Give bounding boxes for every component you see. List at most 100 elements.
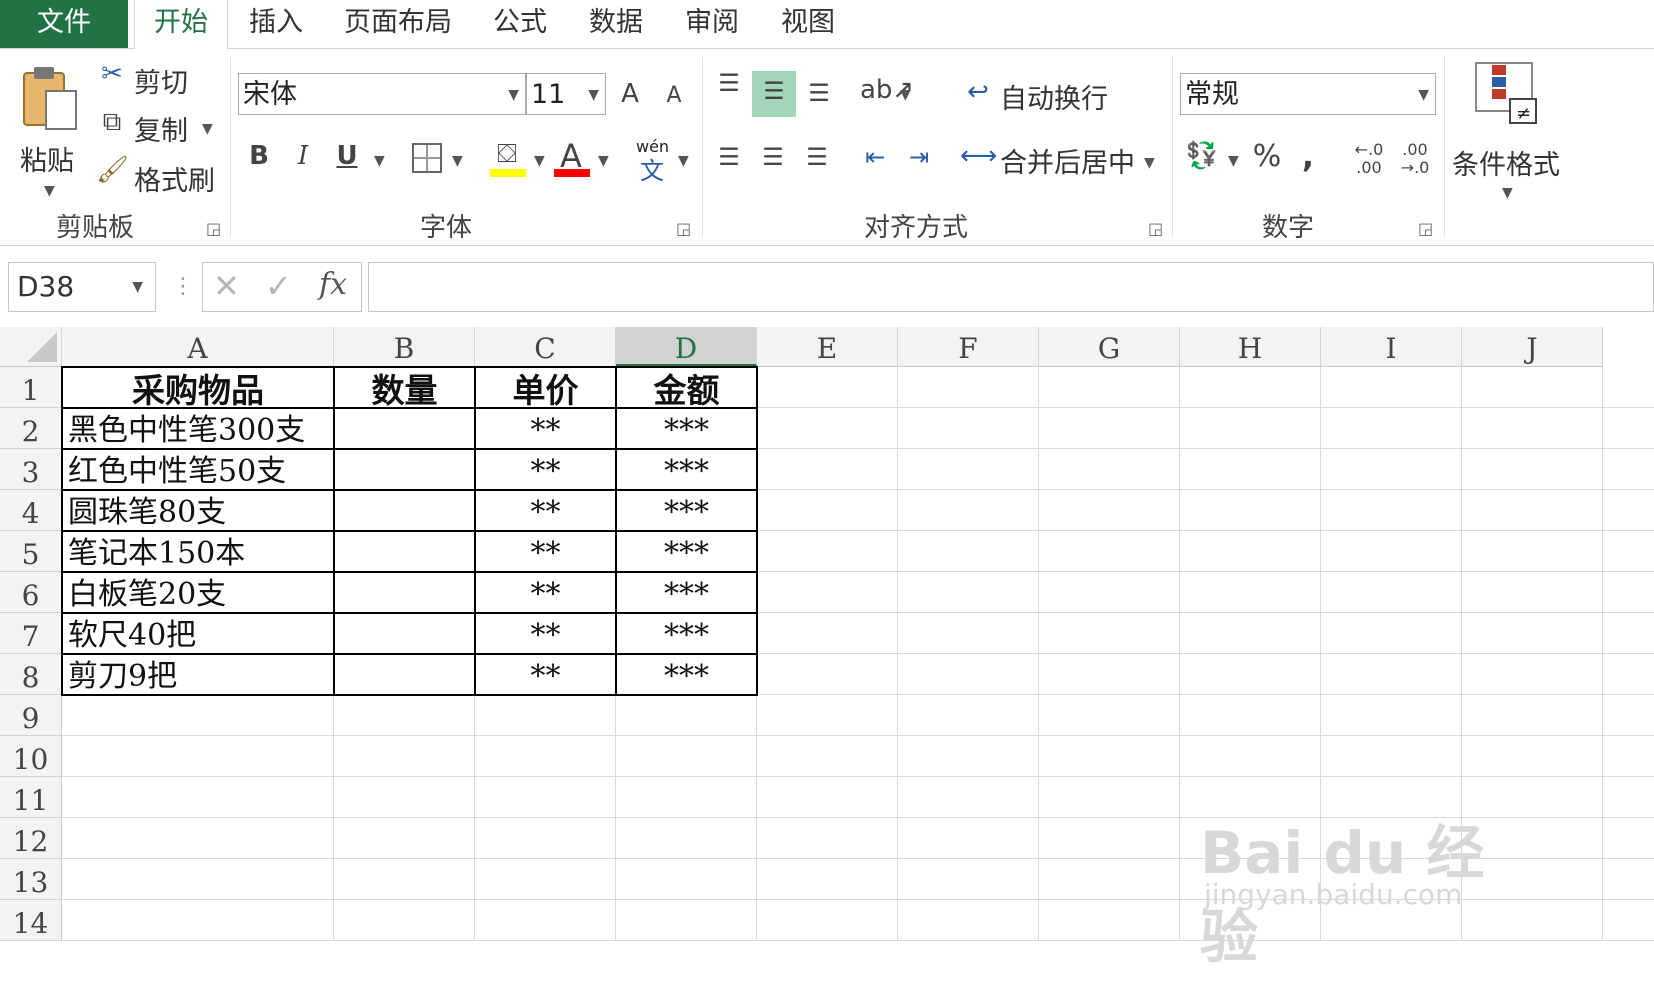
underline-dropdown-icon[interactable]: ▼ bbox=[374, 153, 385, 169]
row-header-10[interactable]: 10 bbox=[0, 736, 62, 777]
table-cell[interactable]: *** bbox=[616, 572, 757, 613]
row-header-6[interactable]: 6 bbox=[0, 572, 62, 613]
table-cell[interactable]: 笔记本150本 bbox=[62, 531, 334, 572]
cancel-icon[interactable]: ✕ bbox=[213, 267, 240, 305]
tab-formulas[interactable]: 公式 bbox=[480, 0, 560, 48]
tab-insert[interactable]: 插入 bbox=[236, 0, 316, 48]
format-painter-button[interactable]: 🖌 格式刷 bbox=[96, 155, 226, 197]
table-cell[interactable]: ** bbox=[475, 408, 616, 449]
table-cell[interactable]: 白板笔20支 bbox=[62, 572, 334, 613]
font-color-button[interactable]: A bbox=[552, 137, 592, 179]
column-header-g[interactable]: G bbox=[1039, 327, 1180, 367]
table-cell[interactable]: ** bbox=[475, 654, 616, 695]
shrink-font-button[interactable]: A bbox=[660, 83, 688, 108]
borders-dropdown-icon[interactable]: ▼ bbox=[452, 153, 463, 169]
tab-page-layout[interactable]: 页面布局 bbox=[334, 0, 462, 48]
number-launcher-icon[interactable]: ◲ bbox=[1418, 219, 1433, 238]
accounting-format-icon[interactable]: 💱 bbox=[1182, 141, 1222, 171]
tab-file[interactable]: 文件 bbox=[0, 0, 128, 48]
accounting-dropdown-icon[interactable]: ▼ bbox=[1228, 153, 1239, 169]
clipboard-launcher-icon[interactable]: ◲ bbox=[206, 219, 221, 238]
table-cell[interactable] bbox=[334, 408, 475, 449]
number-format-select[interactable]: 常规 ▼ bbox=[1180, 73, 1436, 115]
table-cell[interactable] bbox=[334, 531, 475, 572]
tab-review[interactable]: 审阅 bbox=[672, 0, 752, 48]
column-header-e[interactable]: E bbox=[757, 327, 898, 367]
align-middle-button[interactable]: ☰ bbox=[752, 71, 796, 117]
align-bottom-icon[interactable]: ☰ bbox=[802, 79, 836, 107]
tab-view[interactable]: 视图 bbox=[768, 0, 848, 48]
column-header-c[interactable]: C bbox=[475, 327, 616, 367]
italic-button[interactable]: I bbox=[288, 141, 318, 171]
font-size-select[interactable]: 11 ▼ bbox=[526, 73, 606, 115]
table-header-cell[interactable]: 金额 bbox=[616, 367, 757, 408]
column-header-d[interactable]: D bbox=[616, 327, 757, 367]
row-header-4[interactable]: 4 bbox=[0, 490, 62, 531]
tab-data[interactable]: 数据 bbox=[576, 0, 656, 48]
table-cell[interactable] bbox=[334, 449, 475, 490]
formula-input[interactable] bbox=[368, 262, 1654, 312]
table-cell[interactable]: *** bbox=[616, 449, 757, 490]
phonetic-dropdown-icon[interactable]: ▼ bbox=[678, 153, 689, 169]
table-cell[interactable]: 剪刀9把 bbox=[62, 654, 334, 695]
row-header-2[interactable]: 2 bbox=[0, 408, 62, 449]
table-cell[interactable]: 圆珠笔80支 bbox=[62, 490, 334, 531]
table-cell[interactable]: 黑色中性笔300支 bbox=[62, 408, 334, 449]
row-header-13[interactable]: 13 bbox=[0, 859, 62, 900]
percent-button[interactable]: % bbox=[1250, 139, 1284, 174]
table-cell[interactable]: *** bbox=[616, 613, 757, 654]
increase-indent-icon[interactable]: ⇥ bbox=[902, 143, 936, 171]
table-header-cell[interactable]: 采购物品 bbox=[62, 367, 334, 408]
table-cell[interactable]: *** bbox=[616, 654, 757, 695]
row-header-9[interactable]: 9 bbox=[0, 695, 62, 736]
column-header-a[interactable]: A bbox=[62, 327, 334, 367]
bold-button[interactable]: B bbox=[244, 141, 274, 171]
table-cell[interactable] bbox=[334, 613, 475, 654]
table-cell[interactable]: ** bbox=[475, 531, 616, 572]
tab-home[interactable]: 开始 bbox=[134, 0, 228, 50]
column-header-i[interactable]: I bbox=[1321, 327, 1462, 367]
comma-button[interactable]: , bbox=[1296, 137, 1320, 175]
wrap-text-button[interactable]: ↩ 自动换行 bbox=[960, 73, 1120, 117]
table-cell[interactable]: *** bbox=[616, 408, 757, 449]
row-header-14[interactable]: 14 bbox=[0, 900, 62, 941]
row-header-8[interactable]: 8 bbox=[0, 654, 62, 695]
align-left-icon[interactable]: ☰ bbox=[712, 143, 746, 171]
table-cell[interactable]: ** bbox=[475, 490, 616, 531]
fill-color-dropdown-icon[interactable]: ▼ bbox=[534, 153, 545, 169]
column-header-b[interactable]: B bbox=[334, 327, 475, 367]
row-header-11[interactable]: 11 bbox=[0, 777, 62, 818]
column-header-h[interactable]: H bbox=[1180, 327, 1321, 367]
conditional-formatting-button[interactable]: ≠ 条件格式 ▼ bbox=[1452, 59, 1572, 201]
table-cell[interactable]: 软尺40把 bbox=[62, 613, 334, 654]
table-header-cell[interactable]: 数量 bbox=[334, 367, 475, 408]
font-name-select[interactable]: 宋体 ▼ bbox=[238, 73, 526, 115]
row-header-12[interactable]: 12 bbox=[0, 818, 62, 859]
merge-dropdown-icon[interactable]: ▼ bbox=[1144, 155, 1155, 171]
copy-button[interactable]: ⧉ 复制 ▼ bbox=[96, 107, 226, 147]
row-header-3[interactable]: 3 bbox=[0, 449, 62, 490]
align-right-icon[interactable]: ☰ bbox=[800, 143, 834, 171]
alignment-launcher-icon[interactable]: ◲ bbox=[1148, 219, 1163, 238]
table-cell[interactable]: *** bbox=[616, 531, 757, 572]
paste-dropdown-icon[interactable]: ▼ bbox=[44, 183, 55, 199]
align-center-icon[interactable]: ☰ bbox=[756, 143, 790, 171]
table-cell[interactable]: ** bbox=[475, 613, 616, 654]
orientation-icon[interactable]: ab↗ bbox=[860, 75, 914, 105]
fill-color-button[interactable]: ⛋ bbox=[488, 139, 528, 179]
phonetic-guide-button[interactable]: wén 文 bbox=[634, 137, 674, 185]
cut-button[interactable]: ✂ 剪切 bbox=[96, 59, 206, 99]
font-color-dropdown-icon[interactable]: ▼ bbox=[598, 153, 609, 169]
underline-button[interactable]: U bbox=[332, 141, 362, 171]
table-cell[interactable]: ** bbox=[475, 449, 616, 490]
font-launcher-icon[interactable]: ◲ bbox=[676, 219, 691, 238]
table-cell[interactable]: ** bbox=[475, 572, 616, 613]
row-header-1[interactable]: 1 bbox=[0, 367, 62, 408]
name-box[interactable]: D38 ▼ bbox=[8, 262, 156, 312]
formula-bar-grip-icon[interactable]: ⋮ bbox=[172, 274, 194, 299]
borders-button[interactable] bbox=[412, 143, 442, 173]
copy-dropdown-icon[interactable]: ▼ bbox=[202, 121, 213, 137]
paste-button[interactable]: 粘贴 ▼ bbox=[14, 59, 84, 199]
decrease-indent-icon[interactable]: ⇤ bbox=[858, 143, 892, 171]
grow-font-button[interactable]: A bbox=[616, 79, 644, 109]
